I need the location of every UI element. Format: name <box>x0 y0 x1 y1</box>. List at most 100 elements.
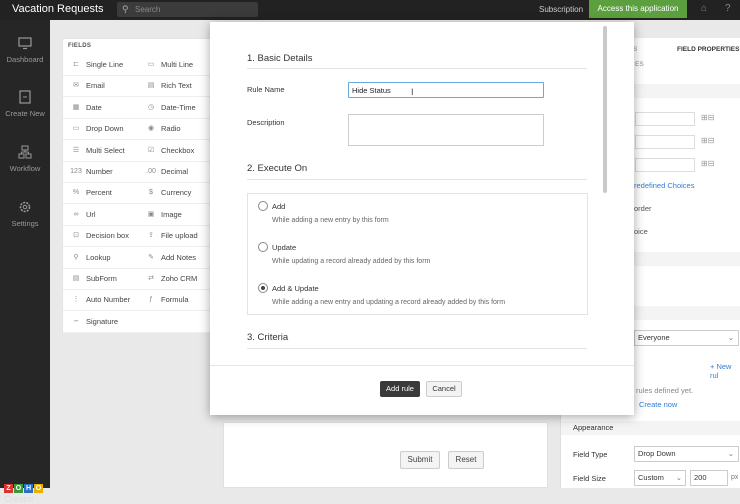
logo-letter: Z <box>4 484 13 493</box>
field-type-icon: ⇪ <box>148 232 154 240</box>
choice-option-label: oice <box>634 227 648 236</box>
option-description: While adding a new entry and updating a … <box>272 299 506 306</box>
app-title: Vacation Requests <box>12 3 104 15</box>
divider <box>63 182 215 183</box>
field-type-label: Radio <box>161 124 181 134</box>
field-type-icon: ▭ <box>72 125 80 133</box>
choice-input[interactable] <box>635 158 695 172</box>
field-type-currency[interactable]: $ Currency <box>145 184 210 202</box>
reset-button[interactable]: Reset <box>448 451 484 469</box>
field-type-label: Auto Number <box>86 295 131 305</box>
sidebar-item-settings[interactable]: Settings <box>0 200 50 228</box>
create-now-link[interactable]: Create now <box>639 400 677 409</box>
field-type-label: Zoho CRM <box>161 274 198 283</box>
field-type-icon: ⊡ <box>73 232 79 240</box>
choice-input[interactable] <box>635 112 695 126</box>
field-type-decimal[interactable]: .00 Decimal <box>145 163 210 181</box>
radio-button[interactable] <box>258 201 268 211</box>
field-type-select[interactable]: Drop Down ⌄ <box>634 446 739 462</box>
section-criteria: 3. Criteria <box>247 332 289 343</box>
sidebar-item-create-new[interactable]: Create New <box>0 90 50 118</box>
field-type-multi-select[interactable]: ☰ Multi Select <box>70 142 135 160</box>
field-type-drop-down[interactable]: ▭ Drop Down <box>70 120 135 138</box>
field-type-checkbox[interactable]: ☑ Checkbox <box>145 142 210 160</box>
new-rule-link[interactable]: + New rul <box>710 362 740 380</box>
help-icon[interactable]: ? <box>725 3 731 14</box>
field-type-label: Date-Time <box>161 102 196 112</box>
subscription-link[interactable]: Subscription <box>539 5 583 14</box>
field-type-single-line[interactable]: ⊏ Single Line <box>70 56 135 74</box>
divider <box>63 160 215 162</box>
field-size-number-value: 200 <box>694 473 707 482</box>
radio-button[interactable] <box>258 242 268 252</box>
home-icon[interactable]: ⌂ <box>701 3 707 14</box>
add-rule-button[interactable]: Add rule <box>380 381 420 397</box>
cancel-button[interactable]: Cancel <box>426 381 462 397</box>
field-type-url[interactable]: ∞ Url <box>70 206 135 224</box>
field-type-percent[interactable]: % Percent <box>70 184 135 202</box>
logo-letter: O <box>34 484 43 493</box>
field-type-auto-number[interactable]: ⋮ Auto Number <box>70 291 135 309</box>
radio-button-selected[interactable] <box>258 283 268 293</box>
field-type-signature[interactable]: ∽ Signature <box>70 313 135 331</box>
divider <box>63 75 215 76</box>
divider <box>63 96 215 98</box>
field-type-icon: ✉ <box>73 82 79 90</box>
field-type-date[interactable]: ▦ Date <box>70 99 135 117</box>
no-rules-text: rules defined yet. <box>636 386 694 395</box>
submit-button[interactable]: Submit <box>400 451 440 469</box>
radio-dot-icon <box>261 286 265 290</box>
field-type-multi-line[interactable]: ▭ Multi Line <box>145 56 210 74</box>
sidebar-item-dashboard[interactable]: Dashboard <box>0 36 50 64</box>
choice-input[interactable] <box>635 135 695 149</box>
chevron-down-icon: ⌄ <box>727 333 734 342</box>
predefined-choices-link[interactable]: redefined Choices <box>634 181 694 190</box>
field-type-add-notes[interactable]: ✎ Add Notes <box>145 249 210 267</box>
sort-order-label: order <box>634 204 652 213</box>
divider <box>63 289 215 290</box>
fields-panel: FIELDS ⊏ Single Line ✉ Email ▦ Date ▭ Drop Down… <box>62 38 215 333</box>
field-type-subform[interactable]: ▤ SubForm <box>70 270 135 288</box>
field-type-label: Date <box>86 102 102 112</box>
option-label: Add & Update <box>272 284 319 293</box>
field-type-rich-text[interactable]: ▤ Rich Text <box>145 77 210 95</box>
field-type-icon: ⊏ <box>73 61 79 68</box>
execute-on-options: Add While adding a new entry by this for… <box>247 193 588 315</box>
divider <box>63 224 215 226</box>
add-choice-icon[interactable]: ⊞⊟ <box>701 159 714 168</box>
field-type-zoho-crm[interactable]: ⇄ Zoho CRM <box>145 270 210 288</box>
field-type-radio[interactable]: ◉ Radio <box>145 120 210 138</box>
rule-name-input[interactable] <box>348 82 544 98</box>
field-size-select[interactable]: Custom ⌄ <box>634 470 686 486</box>
description-textarea[interactable] <box>348 114 544 146</box>
field-type-decision-box[interactable]: ⊡ Decision box <box>70 227 135 245</box>
field-type-number[interactable]: 123 Number <box>70 163 135 181</box>
divider <box>63 117 215 119</box>
field-type-label: Single Line <box>86 60 124 69</box>
field-type-date-time[interactable]: ◷ Date-Time <box>145 99 210 117</box>
field-size-number[interactable]: 200 <box>690 470 728 486</box>
sidebar-item-label: Dashboard <box>6 55 44 64</box>
option-label: Add <box>272 202 286 211</box>
field-size-value: Custom <box>638 473 664 482</box>
field-type-file-upload[interactable]: ⇪ File upload <box>145 227 210 245</box>
add-choice-icon[interactable]: ⊞⊟ <box>701 113 714 122</box>
field-type-lookup[interactable]: ⚲ Lookup <box>70 249 135 267</box>
add-choice-icon[interactable]: ⊞⊟ <box>701 136 714 145</box>
field-type-email[interactable]: ✉ Email <box>70 77 135 95</box>
access-application-button[interactable]: Access this application <box>589 0 687 18</box>
field-type-label: Currency <box>161 188 192 198</box>
modal-scrollbar[interactable] <box>603 26 607 193</box>
field-type-formula[interactable]: ƒ Formula <box>145 291 210 309</box>
search-icon: ⚲ <box>122 4 129 14</box>
sidebar-item-workflow[interactable]: Workflow <box>0 145 50 173</box>
field-type-icon: $ <box>149 189 153 197</box>
gear-icon <box>19 201 31 213</box>
field-type-image[interactable]: ▣ Image <box>145 206 210 224</box>
field-type-icon: ⚲ <box>73 253 79 261</box>
field-type-label: Email <box>86 81 105 91</box>
tab-field-properties[interactable]: FIELD PROPERTIES <box>677 46 739 53</box>
permission-select[interactable]: Everyone ⌄ <box>634 330 739 346</box>
search-box[interactable]: ⚲ Search <box>117 2 258 17</box>
option-description: While updating a record already added by… <box>272 258 431 265</box>
